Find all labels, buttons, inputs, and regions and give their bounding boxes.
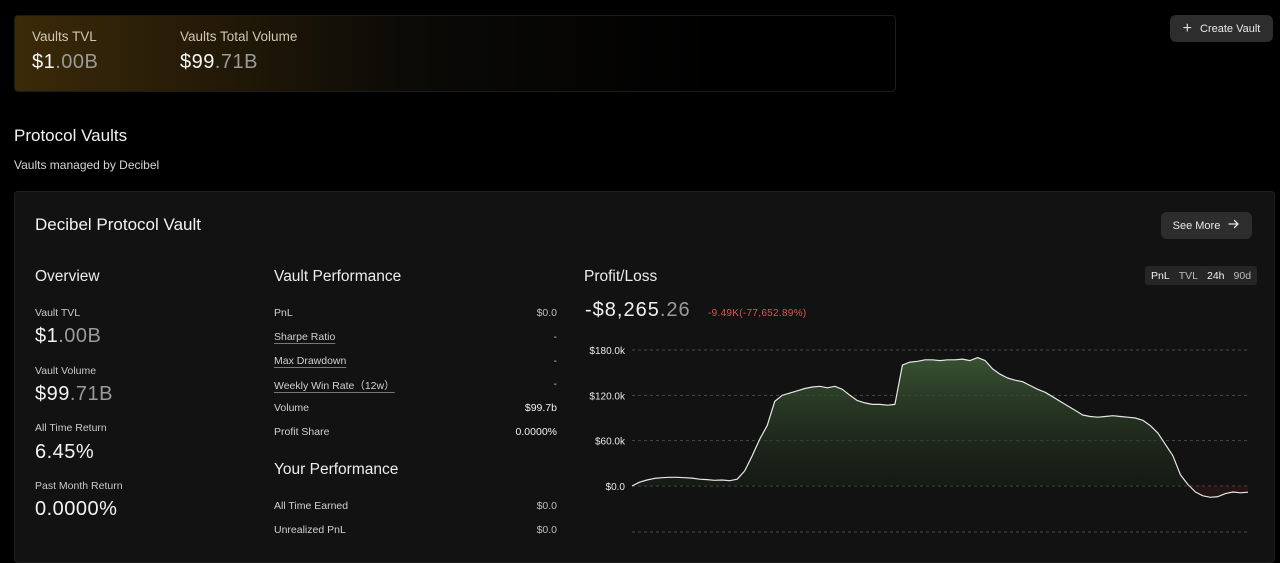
create-vault-button[interactable]: + Create Vault <box>1170 15 1273 42</box>
vault-name: Decibel Protocol Vault <box>35 215 201 234</box>
vault-volume-value: $99.71B <box>35 383 114 405</box>
weekly-win-rate-label[interactable]: Weekly Win Rate（12w） <box>274 378 395 393</box>
vault-tvl-value: $1.00B <box>35 325 102 347</box>
weekly-win-rate-value: - <box>553 378 558 390</box>
see-more-button[interactable]: See More <box>1161 212 1252 239</box>
toggle-24h[interactable]: 24h <box>1207 270 1225 282</box>
profit-share-value: 0.0000% <box>515 426 557 438</box>
range-toggle: 24h 90d <box>1201 266 1258 285</box>
page-title: Protocol Vaults <box>14 126 128 145</box>
overview-title: Overview <box>35 268 100 285</box>
sharpe-ratio-label[interactable]: Sharpe Ratio <box>274 331 335 343</box>
see-more-label: See More <box>1172 219 1221 232</box>
past-month-return-value: 0.0000% <box>35 498 118 520</box>
pnl-chart: $180.0k $120.0k $60.0k $0.0 <box>589 346 1249 533</box>
volume-value: $99.7b <box>524 402 557 414</box>
vaults-tvl-label: Vaults TVL <box>32 29 97 44</box>
vault-stats-banner <box>14 15 896 92</box>
toggle-90d[interactable]: 90d <box>1234 270 1252 282</box>
past-month-return-label: Past Month Return <box>35 480 123 492</box>
arrow-right-icon <box>1228 219 1240 232</box>
pnl-area-positive <box>632 357 1248 486</box>
volume-label: Volume <box>274 402 310 414</box>
all-time-earned-value: $0.0 <box>536 500 557 512</box>
vault-volume-label: Vault Volume <box>35 365 97 377</box>
toggle-tvl[interactable]: TVL <box>1179 270 1198 282</box>
plus-icon: + <box>1182 19 1192 37</box>
vault-performance-title: Vault Performance <box>274 268 402 285</box>
pnl-value: $0.0 <box>536 307 557 319</box>
y-tick-label: $0.0 <box>606 482 626 493</box>
profit-loss-title: Profit/Loss <box>584 268 658 285</box>
unrealized-pnl-value: $0.0 <box>536 524 557 536</box>
all-time-earned-label: All Time Earned <box>274 500 349 512</box>
sharpe-ratio-value: - <box>553 331 558 343</box>
max-drawdown-value: - <box>553 355 558 367</box>
y-tick-label: $120.0k <box>589 391 626 402</box>
metric-toggle: PnL TVL <box>1145 266 1204 285</box>
unrealized-pnl-label: Unrealized PnL <box>274 524 346 536</box>
vault-tvl-label: Vault TVL <box>35 307 81 319</box>
your-performance-title: Your Performance <box>274 461 399 478</box>
vaults-total-volume-value: $99.71B <box>180 51 259 73</box>
y-tick-label: $180.0k <box>589 346 626 357</box>
pnl-label: PnL <box>274 307 293 319</box>
pnl-delta: -9.49K(-77,652.89%) <box>708 308 807 319</box>
profit-share-label: Profit Share <box>274 426 330 438</box>
pnl-current-value: -$8,265.26 <box>585 299 691 321</box>
create-vault-label: Create Vault <box>1200 22 1261 35</box>
all-time-return-value: 6.45% <box>35 441 95 463</box>
vaults-total-volume-label: Vaults Total Volume <box>180 29 298 44</box>
toggle-pnl[interactable]: PnL <box>1151 270 1170 282</box>
vaults-tvl-value: $1.00B <box>32 51 99 73</box>
max-drawdown-label[interactable]: Max Drawdown <box>274 355 346 367</box>
page-subtitle: Vaults managed by Decibel <box>14 158 160 172</box>
all-time-return-label: All Time Return <box>35 422 107 434</box>
y-tick-label: $60.0k <box>595 437 626 448</box>
